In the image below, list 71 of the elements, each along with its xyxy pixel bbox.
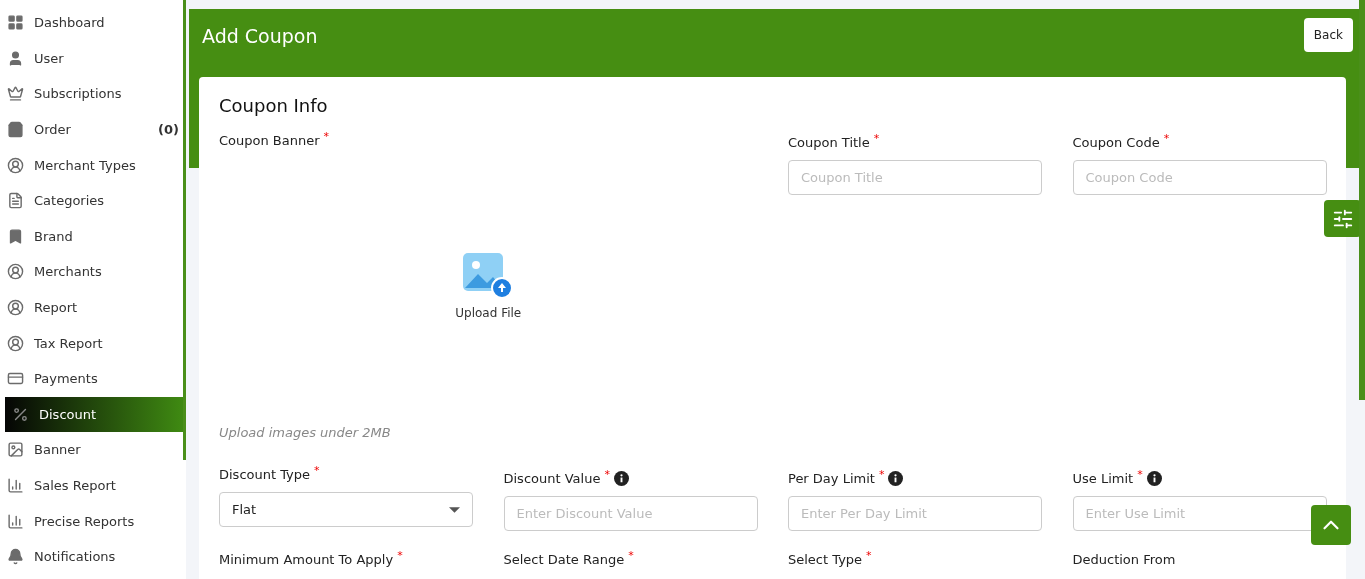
person-circle-icon: [7, 156, 24, 174]
settings-button[interactable]: [1324, 200, 1361, 237]
required-mark: *: [878, 468, 885, 481]
sidebar-item[interactable]: Discount: [5, 396, 183, 433]
required-mark: *: [1163, 132, 1170, 145]
bell-icon: [7, 548, 24, 566]
sidebar-item[interactable]: Order (0): [0, 111, 183, 148]
bag-icon: [7, 121, 24, 139]
sidebar-item[interactable]: Tax Report: [0, 325, 183, 361]
back-button[interactable]: Back: [1303, 18, 1353, 52]
chart-icon: [7, 477, 24, 494]
info-icon: [888, 470, 904, 486]
required-mark: *: [323, 130, 330, 143]
sidebar-item[interactable]: Merchants: [0, 254, 183, 290]
field-label: Discount Value: [503, 470, 601, 486]
sidebar-item[interactable]: User: [0, 40, 183, 77]
page-title: Add Coupon: [202, 25, 318, 47]
person-circle-icon: [7, 299, 24, 317]
field-label: Use Limit: [1072, 470, 1134, 486]
input-field[interactable]: Coupon Title: [788, 160, 1042, 195]
scroll-top-button[interactable]: [1311, 505, 1351, 545]
sidebar-item[interactable]: Brand: [0, 218, 183, 255]
sidebar-item[interactable]: Report: [0, 289, 183, 326]
order-count: (0): [158, 122, 179, 138]
crown-icon: [7, 85, 24, 103]
required-mark: *: [314, 464, 320, 477]
required-mark: *: [628, 549, 634, 562]
required-mark: *: [866, 549, 872, 562]
field-label: Select Date Range: [503, 551, 625, 567]
person-circle-icon: [7, 263, 24, 281]
field-label: Coupon Banner: [219, 132, 320, 148]
upload-hint: Upload images under 2MB: [219, 425, 392, 440]
sidebar-item[interactable]: Sales Report: [0, 467, 183, 504]
image-icon: [7, 441, 24, 459]
sidebar-item[interactable]: Subscriptions: [0, 76, 183, 112]
upload-area[interactable]: Upload File: [219, 158, 758, 413]
sidebar-item[interactable]: Banner: [0, 432, 183, 468]
field-label: Minimum Amount To Apply: [219, 551, 394, 567]
grid-icon: [7, 14, 24, 32]
sidebar-item[interactable]: Precise Reports: [0, 503, 183, 539]
info-icon: [613, 470, 629, 486]
percent-icon: [12, 405, 29, 423]
field-label: Discount Type: [219, 466, 311, 482]
required-mark: *: [1137, 468, 1143, 481]
sidebar-item[interactable]: Payments: [0, 360, 183, 397]
person-circle-icon: [7, 334, 24, 352]
field-label: Select Type: [788, 551, 863, 567]
input-field[interactable]: Enter Use Limit: [1072, 496, 1327, 531]
input-field[interactable]: Coupon Code: [1072, 160, 1327, 195]
sliders-icon: [1331, 207, 1354, 230]
field-label: Coupon Title: [788, 134, 870, 150]
input-field[interactable]: Enter Per Day Limit: [788, 496, 1042, 531]
input-field[interactable]: Enter Discount Value: [503, 496, 758, 531]
chart-icon: [7, 512, 24, 530]
field-label: Coupon Code: [1072, 134, 1160, 150]
sidebar-item[interactable]: Categories: [0, 182, 183, 219]
sidebar-item[interactable]: Notifications: [0, 538, 183, 575]
select-field[interactable]: Flat: [219, 492, 473, 527]
bookmark-icon: [7, 227, 24, 245]
card-title: Coupon Info: [219, 95, 329, 116]
user-icon: [7, 49, 24, 67]
sidebar-item[interactable]: Merchant Types: [0, 147, 183, 183]
required-mark: *: [873, 132, 880, 145]
info-icon: [1146, 470, 1162, 486]
field-label: Per Day Limit: [788, 470, 875, 486]
required-mark: *: [604, 468, 610, 481]
sidebar-item[interactable]: Dashboard: [0, 5, 183, 41]
required-mark: *: [397, 549, 403, 562]
document-icon: [7, 192, 24, 210]
caret-icon: [449, 506, 460, 513]
field-label: Deduction From: [1072, 551, 1176, 567]
